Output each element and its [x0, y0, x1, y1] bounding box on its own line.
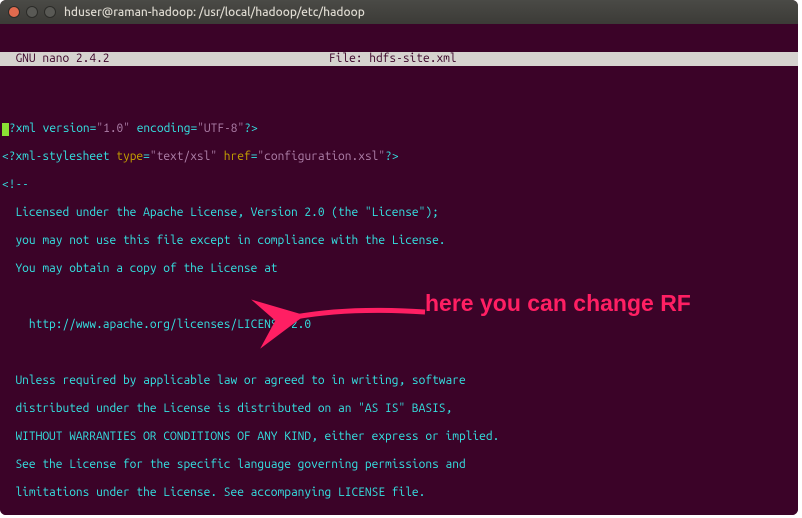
titlebar[interactable]: hduser@raman-hadoop: /usr/local/hadoop/e…	[0, 0, 798, 24]
terminal-window: hduser@raman-hadoop: /usr/local/hadoop/e…	[0, 0, 798, 515]
comment-open: <!--	[2, 178, 796, 192]
window-controls	[8, 6, 56, 18]
editor-content[interactable]: ?xml version="1.0" encoding="UTF-8"?> <?…	[0, 108, 798, 515]
nano-file-label: File: hdfs-site.xml	[110, 52, 676, 66]
nano-version: GNU nano 2.4.2	[2, 52, 110, 66]
terminal-viewport[interactable]: GNU nano 2.4.2 File: hdfs-site.xml ?xml …	[0, 24, 798, 515]
window-title: hduser@raman-hadoop: /usr/local/hadoop/e…	[64, 6, 365, 19]
minimize-icon[interactable]	[26, 6, 38, 18]
nano-header: GNU nano 2.4.2 File: hdfs-site.xml	[0, 52, 798, 66]
maximize-icon[interactable]	[44, 6, 56, 18]
close-icon[interactable]	[8, 6, 20, 18]
comment-close: -->	[2, 514, 796, 515]
cursor-icon	[2, 123, 9, 136]
xml-decl: ?xml version=	[9, 122, 96, 135]
